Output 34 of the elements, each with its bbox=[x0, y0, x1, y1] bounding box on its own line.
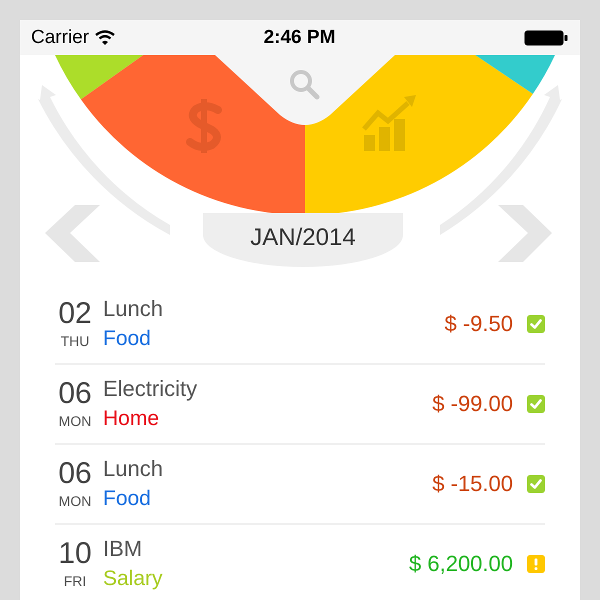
carrier-name: Carrier bbox=[31, 26, 90, 48]
wifi-icon bbox=[95, 30, 116, 45]
check-icon[interactable] bbox=[527, 315, 545, 333]
day-number: 06 bbox=[58, 458, 92, 490]
weekday: FRI bbox=[64, 572, 86, 590]
day-number: 06 bbox=[58, 378, 92, 410]
category-label: Home bbox=[103, 406, 160, 432]
warning-icon[interactable] bbox=[527, 555, 545, 573]
amount: $ -99.00 bbox=[432, 391, 513, 417]
check-icon[interactable] bbox=[527, 395, 545, 413]
check-icon[interactable] bbox=[527, 475, 545, 493]
weekday: MON bbox=[58, 412, 92, 430]
transaction-title: Electricity bbox=[103, 375, 198, 403]
clock-time: 2:46 PM bbox=[264, 26, 336, 48]
transaction-title: Lunch bbox=[103, 455, 164, 483]
day-number: 10 bbox=[58, 538, 92, 570]
weekday: THU bbox=[60, 332, 90, 350]
amount: $ -15.00 bbox=[432, 471, 513, 497]
month-selector[interactable]: JAN/2014 bbox=[203, 213, 403, 267]
amount: $ -9.50 bbox=[444, 311, 513, 337]
transaction-title: IBM bbox=[103, 535, 144, 563]
transaction-title: Lunch bbox=[103, 295, 164, 323]
dollar-icon bbox=[186, 99, 222, 153]
amount: $ 6,200.00 bbox=[409, 551, 513, 577]
next-chevron-icon[interactable] bbox=[498, 205, 552, 262]
day-number: 02 bbox=[58, 298, 92, 330]
battery-icon bbox=[524, 30, 568, 46]
search-icon[interactable] bbox=[290, 70, 320, 100]
category-label: Salary bbox=[103, 566, 164, 592]
category-label: Food bbox=[103, 486, 152, 512]
category-label: Food bbox=[103, 326, 152, 352]
weekday: MON bbox=[58, 492, 92, 510]
growth-chart-icon bbox=[362, 95, 416, 151]
previous-chevron-icon[interactable] bbox=[45, 205, 100, 262]
